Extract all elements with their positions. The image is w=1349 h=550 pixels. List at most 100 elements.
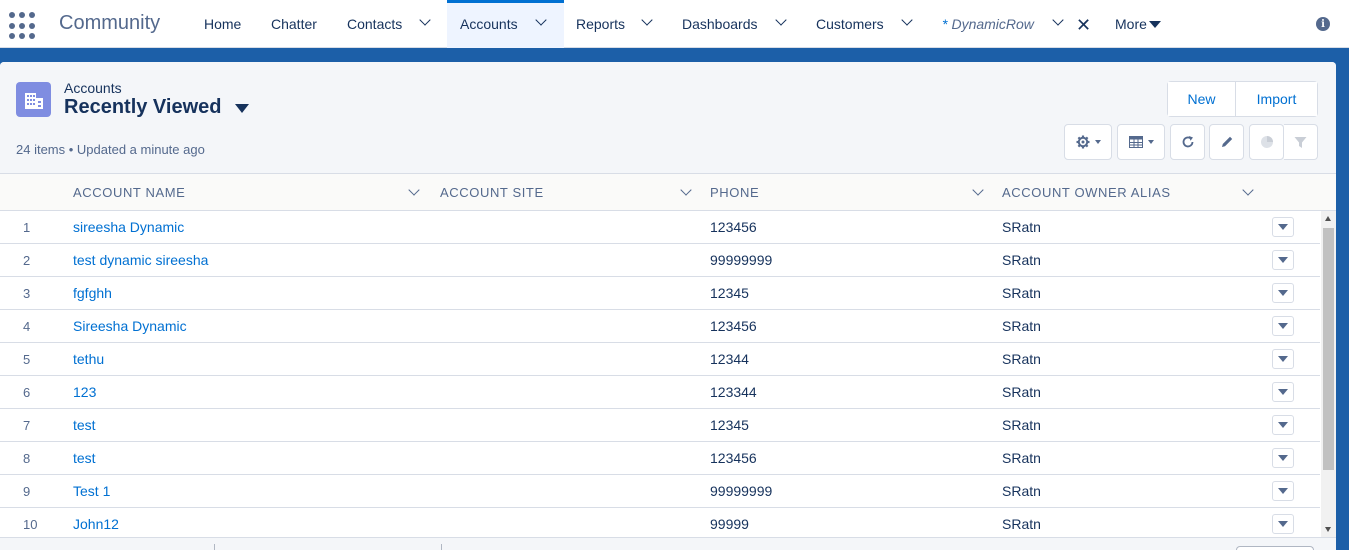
row-actions-caret-icon [1278, 422, 1288, 428]
phone-cell: 123456 [710, 450, 757, 466]
owner-alias-cell: SRatn [1002, 318, 1041, 334]
row-actions-caret-icon [1278, 224, 1288, 230]
row-number: 4 [23, 318, 31, 334]
customers-chevron-down-icon[interactable] [901, 14, 913, 26]
more-caret-icon [1148, 20, 1161, 28]
account-name-link[interactable]: tethu [73, 343, 104, 375]
account-name-link[interactable]: test [73, 442, 96, 474]
owner-alias-cell: SRatn [1002, 351, 1041, 367]
row-actions-button[interactable] [1272, 415, 1294, 435]
phone-cell: 123456 [710, 219, 757, 235]
nav-item-chatter[interactable]: Chatter [271, 0, 317, 48]
row-actions-button[interactable] [1272, 349, 1294, 369]
row-actions-button[interactable] [1272, 250, 1294, 270]
list-view-status: 24 items • Updated a minute ago [16, 142, 205, 157]
account-name-link[interactable]: test dynamic sireesha [73, 244, 208, 276]
nav-item-label: Home [204, 16, 242, 32]
nav-item-label: Dashboards [682, 16, 758, 32]
row-number: 10 [23, 516, 38, 532]
list-view-caret-icon[interactable] [235, 104, 250, 113]
divider [441, 544, 442, 550]
filter-icon [1294, 136, 1307, 148]
row-actions-button[interactable] [1272, 382, 1294, 402]
scroll-down-arrow-icon[interactable] [1325, 527, 1331, 532]
row-number: 6 [23, 384, 31, 400]
utility-tab[interactable] [1236, 546, 1314, 550]
owner-alias-cell: SRatn [1002, 483, 1041, 499]
column-header-account-name[interactable]: ACCOUNT NAME [73, 174, 185, 210]
app-launcher-waffle-icon[interactable] [9, 12, 37, 40]
phone-cell: 99999999 [710, 252, 773, 268]
nav-item-label: Contacts [347, 16, 403, 32]
account-name-link[interactable]: Sireesha Dynamic [73, 310, 187, 342]
nav-item-dynamicrow-tab[interactable]: * DynamicRow [942, 0, 1034, 48]
list-view-header: Accounts Recently Viewed 24 items • Upda… [0, 62, 1336, 174]
row-actions-button[interactable] [1272, 316, 1294, 336]
edit-list-button[interactable] [1209, 124, 1244, 160]
charts-button[interactable] [1249, 124, 1284, 160]
list-view-switcher[interactable]: Recently Viewed [64, 96, 250, 119]
nav-item-label: Reports [576, 16, 626, 32]
row-actions-button[interactable] [1272, 514, 1294, 534]
nav-item-reports[interactable]: Reports [576, 0, 625, 48]
info-icon[interactable]: i [1316, 17, 1330, 31]
account-name-link[interactable]: test [73, 409, 96, 441]
row-number: 2 [23, 252, 31, 268]
list-view-controls-button[interactable] [1064, 124, 1112, 160]
table-row: 1 sireesha Dynamic 123456 SRatn [0, 211, 1320, 244]
contacts-chevron-down-icon[interactable] [419, 14, 431, 26]
nav-item-contacts[interactable]: Contacts [347, 0, 402, 48]
row-number: 3 [23, 285, 31, 301]
owner-alias-cell: SRatn [1002, 285, 1041, 301]
column-menu-chevron-icon[interactable] [680, 184, 692, 196]
owner-alias-cell: SRatn [1002, 516, 1041, 532]
new-button[interactable]: New [1168, 82, 1235, 116]
table-row: 7 test 12345 SRatn [0, 409, 1320, 442]
nav-item-accounts[interactable]: Accounts [447, 0, 564, 48]
nav-more-menu[interactable]: More [1115, 0, 1161, 48]
close-tab-icon[interactable]: ✕ [1076, 15, 1091, 36]
nav-item-label: Customers [816, 16, 884, 32]
pie-chart-icon [1260, 136, 1273, 148]
column-header-account-owner-alias[interactable]: ACCOUNT OWNER ALIAS [1002, 174, 1171, 210]
dashboards-chevron-down-icon[interactable] [775, 14, 787, 26]
table-header: ACCOUNT NAME ACCOUNT SITE PHONE ACCOUNT … [0, 174, 1336, 211]
nav-item-customers[interactable]: Customers [816, 0, 884, 48]
row-actions-button[interactable] [1272, 283, 1294, 303]
account-name-link[interactable]: sireesha Dynamic [73, 211, 184, 243]
column-menu-chevron-icon[interactable] [972, 184, 984, 196]
accounts-chevron-down-icon[interactable] [535, 14, 547, 26]
phone-cell: 99999 [710, 516, 749, 532]
pencil-icon [1221, 136, 1232, 147]
row-actions-caret-icon [1278, 323, 1288, 329]
column-header-phone[interactable]: PHONE [710, 174, 759, 210]
row-actions-button[interactable] [1272, 481, 1294, 501]
account-name-link[interactable]: Test 1 [73, 475, 110, 507]
app-name: Community [59, 12, 161, 34]
reports-chevron-down-icon[interactable] [641, 14, 653, 26]
filter-button[interactable] [1284, 124, 1318, 160]
display-as-button[interactable] [1117, 124, 1165, 160]
column-menu-chevron-icon[interactable] [1242, 184, 1254, 196]
nav-item-dashboards[interactable]: Dashboards [682, 0, 758, 48]
object-breadcrumb: Accounts [64, 80, 122, 96]
column-header-account-site[interactable]: ACCOUNT SITE [440, 174, 544, 210]
phone-cell: 123344 [710, 384, 757, 400]
refresh-button[interactable] [1170, 124, 1205, 160]
owner-alias-cell: SRatn [1002, 384, 1041, 400]
dynamicrow-chevron-down-icon[interactable] [1052, 14, 1064, 26]
account-name-link[interactable]: 123 [73, 376, 96, 408]
scrollbar-thumb[interactable] [1323, 228, 1334, 470]
table-row: 3 fgfghh 12345 SRatn [0, 277, 1320, 310]
row-actions-button[interactable] [1272, 217, 1294, 237]
column-menu-chevron-icon[interactable] [408, 184, 420, 196]
owner-alias-cell: SRatn [1002, 219, 1041, 235]
row-actions-button[interactable] [1272, 448, 1294, 468]
phone-cell: 12345 [710, 285, 749, 301]
account-name-link[interactable]: fgfghh [73, 277, 112, 309]
row-number: 9 [23, 483, 31, 499]
account-name-link[interactable]: John12 [73, 508, 119, 540]
scroll-up-arrow-icon[interactable] [1325, 216, 1331, 221]
import-button[interactable]: Import [1235, 82, 1317, 116]
nav-item-home[interactable]: Home [204, 0, 241, 48]
